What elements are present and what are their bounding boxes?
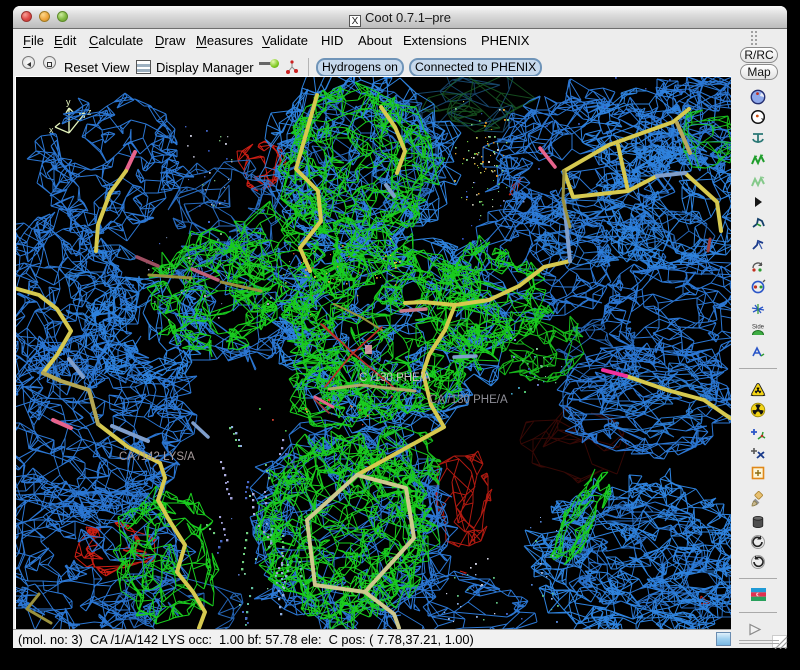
- svg-text:Side: Side: [752, 325, 765, 331]
